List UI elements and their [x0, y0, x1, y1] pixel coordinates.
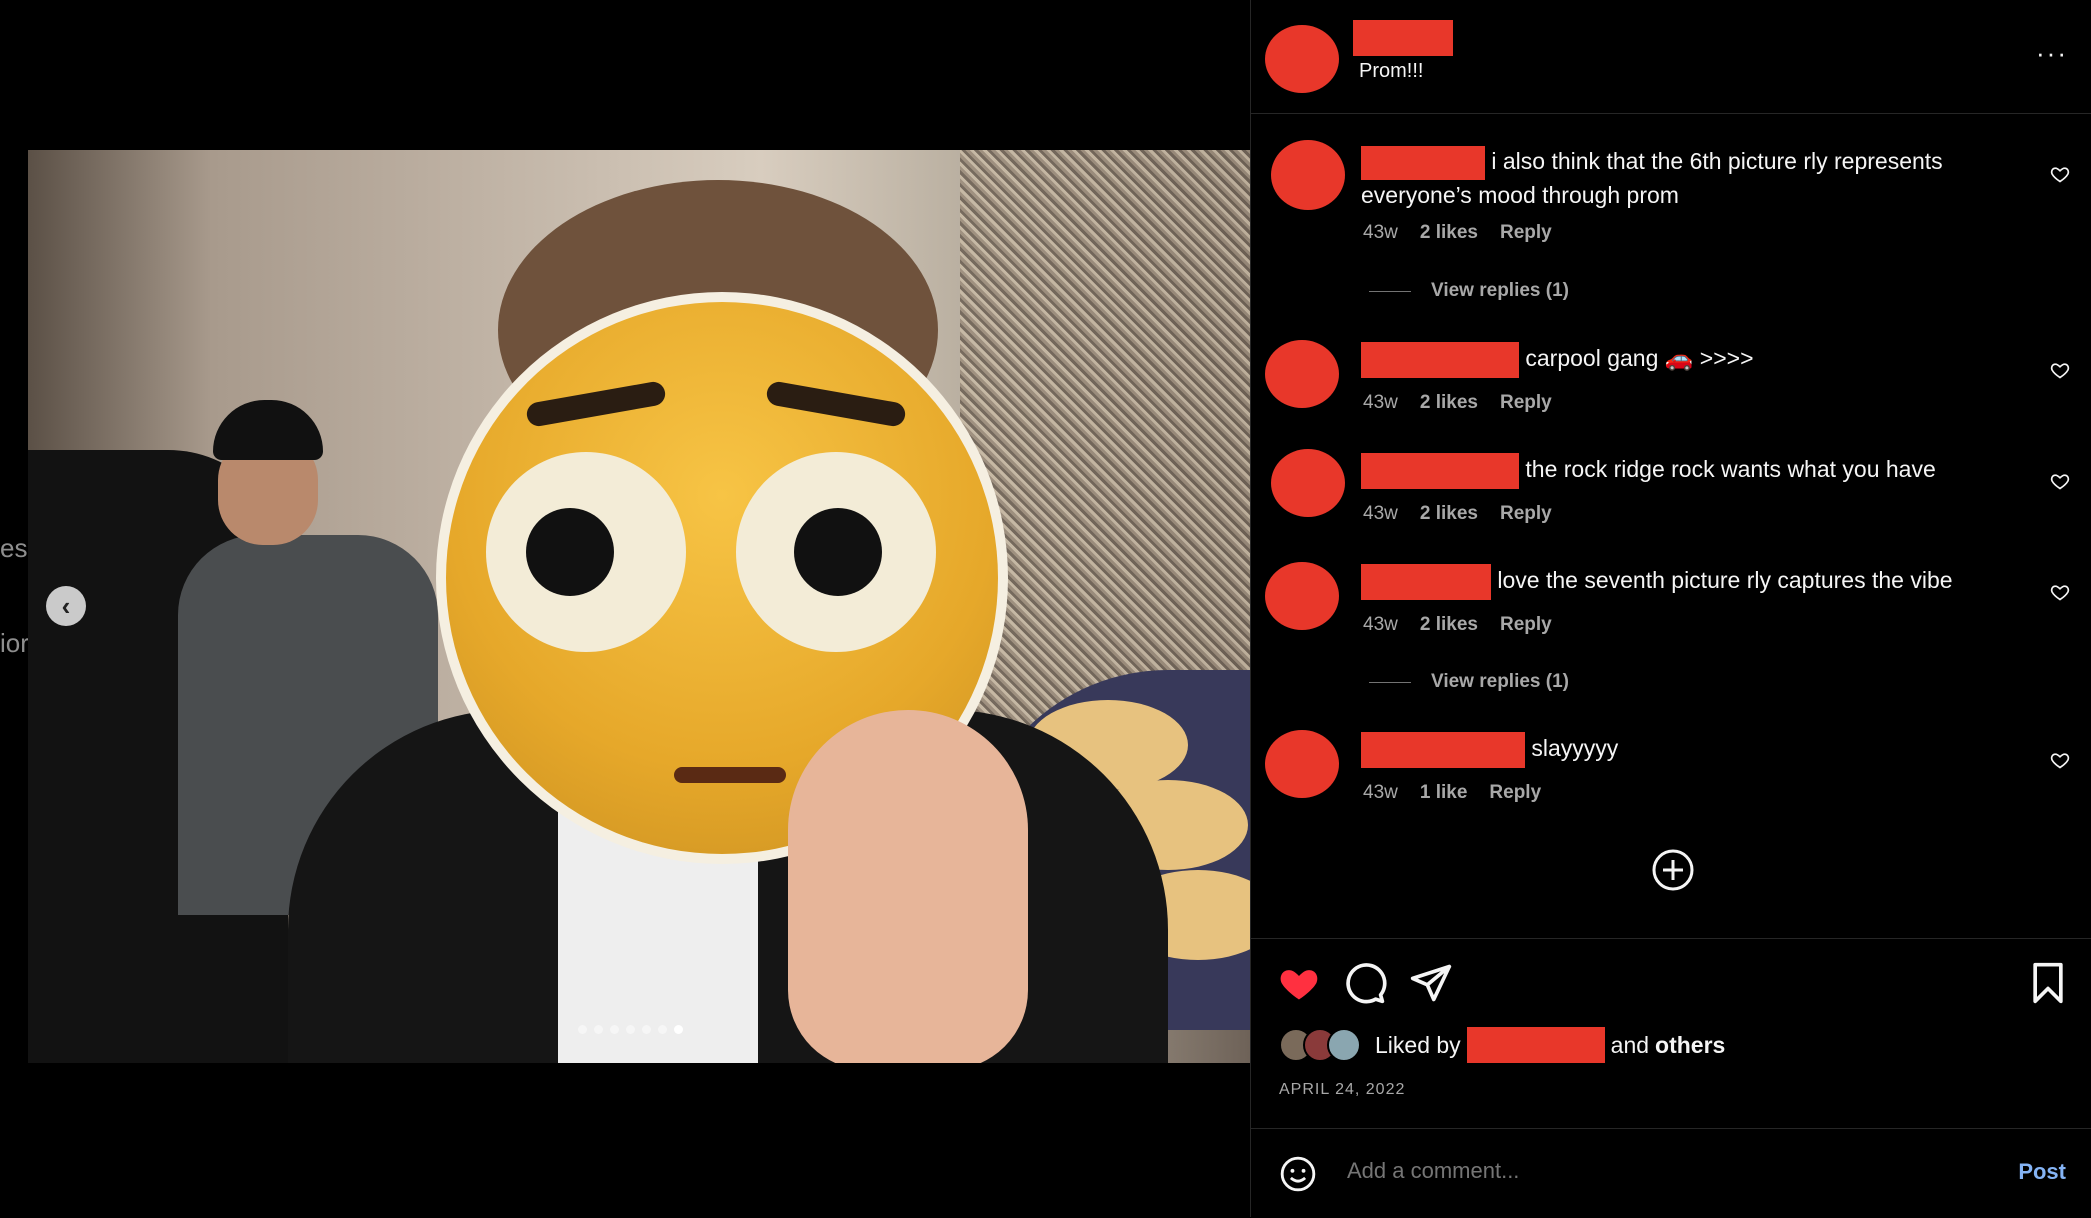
- others-link[interactable]: others: [1655, 1032, 1725, 1059]
- reply-button[interactable]: Reply: [1500, 503, 1552, 525]
- comment-likes[interactable]: 2 likes: [1420, 503, 1478, 525]
- comment-likes[interactable]: 1 like: [1420, 782, 1468, 804]
- edge-text-fragment: ior: [0, 628, 29, 658]
- comment-text: carpool gang 🚗 >>>>: [1525, 345, 1754, 372]
- username-redacted[interactable]: [1361, 342, 1519, 378]
- post-caption: Prom!!!: [1359, 60, 1424, 82]
- edge-text-fragment: es: [0, 533, 28, 563]
- avatar[interactable]: [1327, 1028, 1361, 1062]
- username-redacted[interactable]: [1361, 564, 1491, 600]
- carousel-dot: [610, 1025, 619, 1034]
- post-photo[interactable]: [28, 150, 1250, 1063]
- comment-time: 43w: [1363, 782, 1398, 803]
- liked-by-summary: Liked by and others: [1279, 1027, 1725, 1063]
- post-header: Prom!!! ···: [1251, 0, 2091, 114]
- post-date: APRIL 24, 2022: [1279, 1081, 1406, 1098]
- heart-filled-icon[interactable]: [1277, 961, 1321, 1005]
- heart-outline-icon[interactable]: [2050, 582, 2070, 602]
- carousel-dot: [674, 1025, 683, 1034]
- add-comment-bar: Post: [1251, 1128, 2091, 1218]
- comment-text: slayyyyy: [1531, 735, 1619, 762]
- heart-outline-icon[interactable]: [2050, 471, 2070, 491]
- carousel-indicator: [578, 1025, 683, 1034]
- comment-likes[interactable]: 2 likes: [1420, 614, 1478, 636]
- post-actions: Liked by and others APRIL 24, 2022: [1251, 938, 2091, 1129]
- username-redacted[interactable]: [1466, 1027, 1605, 1063]
- avatar[interactable]: [1271, 140, 1345, 210]
- comment-time: 43w: [1363, 222, 1398, 243]
- carousel-dot: [594, 1025, 603, 1034]
- view-replies-button[interactable]: View replies (1): [1369, 671, 1569, 693]
- reply-button[interactable]: Reply: [1489, 782, 1541, 804]
- username-redacted[interactable]: [1361, 453, 1519, 489]
- heart-outline-icon[interactable]: [2050, 360, 2070, 380]
- heart-outline-icon[interactable]: [2050, 750, 2070, 770]
- comment-likes[interactable]: 2 likes: [1420, 392, 1478, 414]
- carousel-dot: [626, 1025, 635, 1034]
- post-comment-button[interactable]: Post: [2018, 1159, 2066, 1185]
- comment-text: the rock ridge rock wants what you have: [1525, 456, 1936, 483]
- comment-input[interactable]: [1345, 1157, 1949, 1185]
- reply-button[interactable]: Reply: [1500, 392, 1552, 414]
- reply-button[interactable]: Reply: [1500, 614, 1552, 636]
- comment-time: 43w: [1363, 392, 1398, 413]
- username-redacted[interactable]: [1361, 146, 1485, 180]
- more-options-icon[interactable]: ···: [2036, 38, 2068, 69]
- chevron-left-icon: ‹: [61, 590, 71, 621]
- post-sidebar: Prom!!! ··· i also think that the 6th pi…: [1250, 0, 2091, 1217]
- liked-by-and: and: [1610, 1031, 1650, 1058]
- previous-photo-button[interactable]: ‹: [46, 586, 86, 626]
- avatar[interactable]: [1265, 25, 1339, 93]
- carousel-dot: [658, 1025, 667, 1034]
- emoji-icon[interactable]: [1279, 1155, 1317, 1193]
- carousel-dot: [642, 1025, 651, 1034]
- bookmark-icon[interactable]: [2026, 961, 2070, 1005]
- liked-by-label: Liked by: [1375, 1031, 1461, 1058]
- carousel-dot: [578, 1025, 587, 1034]
- load-more-comments-icon[interactable]: [1651, 848, 1695, 892]
- avatar[interactable]: [1265, 562, 1339, 630]
- username-redacted[interactable]: [1353, 20, 1453, 56]
- comment-time: 43w: [1363, 503, 1398, 524]
- comment-likes[interactable]: 2 likes: [1420, 222, 1478, 244]
- comment-time: 43w: [1363, 614, 1398, 635]
- avatar[interactable]: [1265, 340, 1339, 408]
- avatar[interactable]: [1271, 449, 1345, 517]
- share-icon[interactable]: [1409, 961, 1453, 1005]
- username-redacted[interactable]: [1361, 732, 1525, 768]
- media-area: es ior ‹: [0, 0, 1250, 1217]
- view-replies-button[interactable]: View replies (1): [1369, 280, 1569, 302]
- comment-icon[interactable]: [1343, 961, 1387, 1005]
- reply-button[interactable]: Reply: [1500, 222, 1552, 244]
- heart-outline-icon[interactable]: [2050, 164, 2070, 184]
- avatar[interactable]: [1265, 730, 1339, 798]
- comment-text: love the seventh picture rly captures th…: [1497, 567, 1953, 594]
